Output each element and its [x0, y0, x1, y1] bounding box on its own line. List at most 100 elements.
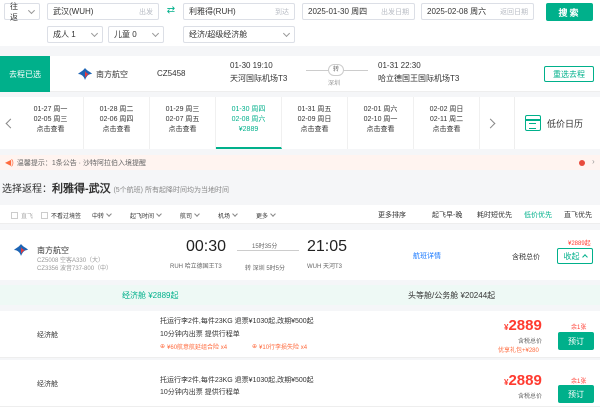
more-sort-label: 更多排序: [378, 212, 406, 219]
next-dates-button[interactable]: [480, 97, 500, 149]
depart-date-value: 2025-01-30 周四: [308, 7, 368, 16]
cabin-value: 经济/超级经济舱: [189, 30, 248, 39]
return-title-prefix: 选择返程：: [2, 184, 52, 195]
fare-price: ¥2889: [504, 317, 542, 334]
chevron-up-icon: [581, 254, 588, 260]
trip-type-select[interactable]: 往返: [4, 1, 40, 22]
date-outbound: 01-28 周二: [99, 106, 134, 113]
speaker-icon: ◀): [5, 158, 14, 167]
chevron-left-icon: [5, 118, 15, 128]
cabin-tabs: 经济舱 ¥2889起 头等舱/公务舱 ¥20244起: [0, 285, 600, 305]
sort-duration[interactable]: 耗时短优先: [477, 210, 512, 220]
adults-select[interactable]: 成人 1: [47, 26, 103, 43]
flight-dep-time: 00:30: [186, 238, 227, 255]
sort-price[interactable]: 低价优先: [524, 210, 552, 220]
date-cell[interactable]: 02-01 周六 02-10 周一 点击查看: [348, 97, 414, 149]
tab-business-first[interactable]: 头等舱/公务舱 ¥20244起: [408, 290, 495, 301]
flight-detail-link[interactable]: 航班详情: [413, 251, 441, 261]
filter-bar: 直飞 不看过境签 中转 起飞时间 航司 机场 更多 更多排序 起飞早-晚 耗时短…: [0, 205, 600, 224]
date-cell[interactable]: 01-28 周二 02-06 周四 点击查看: [84, 97, 150, 149]
collapse-button[interactable]: 收起: [557, 248, 593, 264]
selected-outbound: 去程已选 南方航空 CZ5458 01-30 19:10 天河国际机场T3 转 …: [0, 56, 600, 92]
sort-duration-label: 耗时短优先: [477, 212, 512, 219]
return-title: 选择返程：利雅得-武汉 (5个航班) 所有起降时间均为当地时间: [2, 180, 229, 196]
fare-row: 经济舱 托运行李2件,每件23KG 退票¥1030起,改期¥500起 10分钟内…: [0, 360, 600, 407]
to-city-value: 利雅得(RUH): [189, 7, 236, 16]
outbound-flight-number: CZ5458: [157, 69, 186, 78]
sort-direct-label: 直飞优先: [564, 212, 592, 219]
low-price-calendar-button[interactable]: 低价日历: [514, 97, 600, 149]
children-value: 儿童 0: [114, 30, 137, 39]
flight-arr-time: 21:05: [307, 238, 348, 255]
insurance-tag[interactable]: ⊕ ¥10行李损失险 x4: [252, 342, 307, 351]
trip-type-value: 往返: [10, 1, 18, 22]
transfer-label: 中转: [92, 213, 105, 220]
date-price: 点击查看: [366, 126, 395, 133]
chevron-down-icon: [270, 211, 276, 217]
notice-bar[interactable]: ◀) 温馨提示：1条公告 · 沙特阿拉伯入境提醒 ›: [0, 155, 600, 170]
seats-left: 余1张: [571, 379, 587, 385]
sort-dep-time[interactable]: 起飞早-晚: [432, 210, 462, 220]
airline-filter[interactable]: 航司: [180, 209, 200, 221]
outbound-arr-airport: 哈立德国王国际机场T3: [378, 74, 460, 83]
reselect-outbound-button[interactable]: 重选去程: [544, 66, 594, 82]
children-select[interactable]: 儿童 0: [108, 26, 164, 43]
chevron-down-icon: [90, 29, 99, 37]
chevron-right-icon: [485, 118, 495, 128]
date-cell[interactable]: 01-31 周五 02-09 周日 点击查看: [282, 97, 348, 149]
date-cell-selected[interactable]: 01-30 周四 02-08 周六 ¥2889: [216, 97, 282, 149]
fare-price-value: 2889: [508, 317, 542, 334]
search-bar: 往返 武汉(WUH) 出发 ⇄ 利雅得(RUH) 到达 2025-01-30 周…: [0, 0, 600, 46]
more-label: 更多: [256, 213, 269, 220]
swap-cities-icon[interactable]: ⇄: [165, 5, 177, 17]
tab-economy[interactable]: 经济舱 ¥2889起: [122, 290, 178, 301]
airport-label: 机场: [218, 213, 231, 220]
insurance-tag-label: ¥10行李损失险 x4: [259, 345, 308, 351]
hide-transit-visa-checkbox[interactable]: 不看过境签: [41, 209, 81, 221]
return-date-input[interactable]: 2025-02-08 周六 返回日期: [421, 3, 534, 20]
date-return: 02-08 周六: [231, 116, 266, 123]
to-hint: 到达: [275, 8, 289, 16]
search-button[interactable]: 搜索: [546, 3, 593, 21]
chevron-down-icon: [282, 29, 291, 37]
fare-row: 经济舱 托运行李2件,每件23KG 退票¥1030起,改期¥500起 10分钟内…: [0, 311, 600, 358]
date-cell[interactable]: 02-02 周日 02-11 周二 点击查看: [414, 97, 480, 149]
transfer-badge: 转: [328, 64, 344, 76]
depart-date-input[interactable]: 2025-01-30 周四 出发日期: [302, 3, 415, 20]
from-city-input[interactable]: 武汉(WUH) 出发: [47, 3, 159, 20]
airport-filter[interactable]: 机场: [218, 209, 238, 221]
outbound-tag: 去程已选: [0, 56, 50, 92]
cabin-select[interactable]: 经济/超级经济舱: [183, 26, 295, 43]
chevron-down-icon: [194, 211, 200, 217]
chevron-down-icon: [28, 6, 36, 14]
more-sort[interactable]: 更多排序: [378, 210, 406, 220]
date-price: 点击查看: [36, 126, 65, 133]
sort-dep-label: 起飞早-晚: [432, 212, 463, 219]
to-city-input[interactable]: 利雅得(RUH) 到达: [183, 3, 295, 20]
dep-time-filter[interactable]: 起飞时间: [130, 209, 162, 221]
flight-tax-label: 含税总价: [512, 254, 540, 261]
insurance-tag[interactable]: ⊕ ¥60航意航延组合险 x4: [160, 342, 227, 351]
date-price: 点击查看: [168, 126, 197, 133]
date-outbound: 01-29 周三: [165, 106, 200, 113]
direct-only-checkbox[interactable]: 直飞: [11, 209, 33, 221]
flight-dep-airport: RUH 哈立德国王T3: [170, 264, 222, 270]
transfer-filter[interactable]: 中转: [92, 209, 112, 221]
more-filter[interactable]: 更多: [256, 209, 276, 221]
chevron-down-icon: [151, 29, 160, 37]
prev-dates-button[interactable]: [0, 97, 20, 149]
checkbox-icon: [41, 211, 48, 219]
insurance-tag-label: ¥60航意航延组合险 x4: [167, 345, 228, 351]
flight-row[interactable]: 南方航空 CZ5008 空客A330（大） CZ3356 波音737-800（中…: [0, 230, 600, 280]
transfer-city: 深圳: [328, 81, 341, 87]
book-button[interactable]: 预订: [558, 332, 594, 350]
flight-duration: 15时35分: [252, 244, 278, 250]
flight-plane-2: CZ3356 波音737-800（中）: [37, 266, 113, 272]
checkbox-icon: [11, 211, 18, 219]
sort-direct[interactable]: 直飞优先: [564, 210, 592, 220]
date-cell[interactable]: 01-29 周三 02-07 周五 点击查看: [150, 97, 216, 149]
date-cell[interactable]: 01-27 周一 02-05 周三 点击查看: [18, 97, 84, 149]
fare-ticketing: 10分钟内出票 提供行程单: [160, 331, 240, 338]
calendar-icon: [525, 115, 541, 131]
book-button[interactable]: 预订: [558, 385, 594, 403]
